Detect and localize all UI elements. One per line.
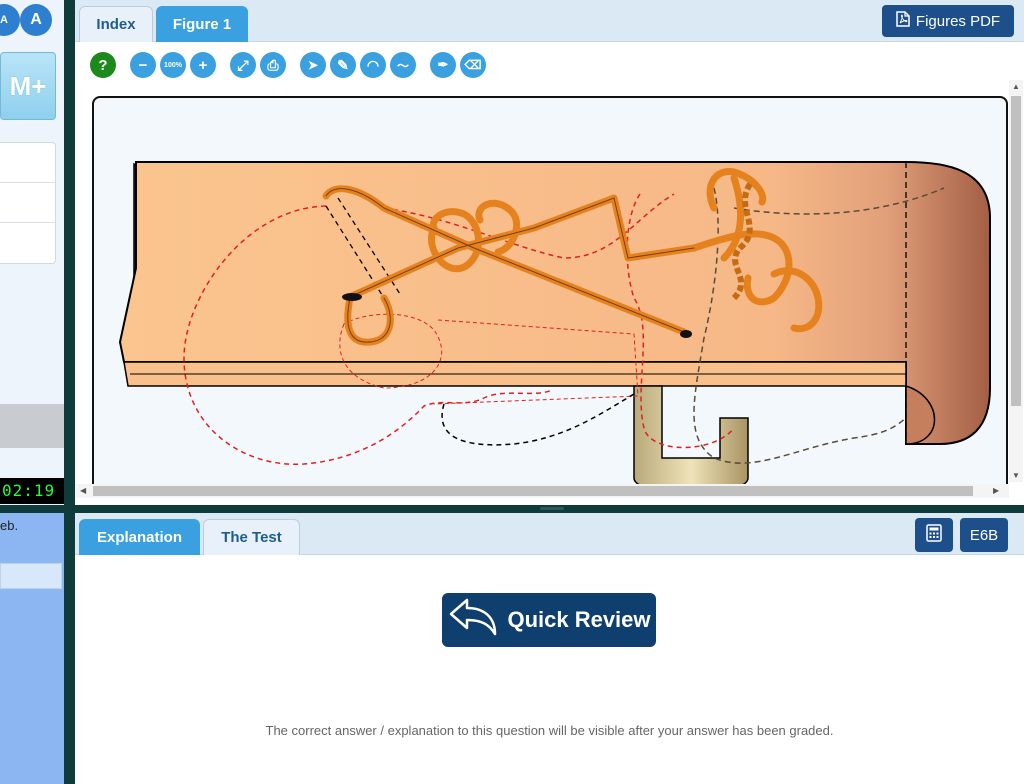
side-gray-bar <box>0 404 64 448</box>
help-glyph: ? <box>98 56 108 74</box>
zoom-in-icon[interactable]: + <box>190 52 216 78</box>
pdf-icon <box>896 11 910 31</box>
zoom-100-glyph: 100% <box>164 61 182 69</box>
side-list-item[interactable] <box>0 143 55 183</box>
tab-the-test-label: The Test <box>221 529 282 546</box>
undo-arrow-icon <box>447 598 499 642</box>
tab-index-label: Index <box>96 16 136 33</box>
font-increase-button[interactable]: A <box>20 4 52 36</box>
zoom-in-glyph: + <box>198 56 208 74</box>
color-picker-icon[interactable]: ✒ <box>430 52 456 78</box>
protractor-glyph: ◠ <box>366 56 380 73</box>
timer-display: 02:19 <box>0 478 64 504</box>
horizontal-scroll-thumb[interactable] <box>93 486 973 496</box>
e6b-button[interactable]: E6B <box>960 518 1008 552</box>
figures-pdf-label: Figures PDF <box>915 12 1001 30</box>
print-icon[interactable]: ⎙ <box>260 52 286 78</box>
pointer-icon[interactable]: ➤ <box>300 52 326 78</box>
help-icon[interactable]: ? <box>90 52 116 78</box>
calculator-icon <box>926 524 942 546</box>
protractor-icon[interactable]: ◠ <box>360 52 386 78</box>
figure-tabbar: Index Figure 1 Figures PDF <box>75 0 1024 42</box>
side-highlight-row[interactable] <box>0 563 62 589</box>
quick-review-label: Quick Review <box>507 607 651 632</box>
fullscreen-icon[interactable]: ⤢ <box>230 52 256 78</box>
horizontal-scrollbar[interactable]: ◀ ▶ <box>75 484 1009 498</box>
memory-plus-button[interactable]: M+ <box>0 52 56 120</box>
figures-pdf-button[interactable]: Figures PDF <box>882 5 1014 37</box>
eraser-icon[interactable]: ⌫ <box>460 52 486 78</box>
side-list-item[interactable] <box>0 223 55 263</box>
tab-index[interactable]: Index <box>79 6 153 42</box>
tab-figure-1[interactable]: Figure 1 <box>156 6 248 42</box>
left-bottom-panel: eb. <box>0 513 64 784</box>
pencil-icon[interactable]: ✎ <box>330 52 356 78</box>
pointer-glyph: ➤ <box>307 58 319 72</box>
e6b-label: E6B <box>969 526 999 544</box>
freehand-glyph: 〜 <box>396 58 409 73</box>
figure-canvas[interactable] <box>92 96 1008 488</box>
tab-figure-1-label: Figure 1 <box>172 16 232 33</box>
font-increase-label: A <box>30 11 42 28</box>
divider-grip[interactable] <box>540 507 564 510</box>
font-decrease-button[interactable]: A <box>0 4 20 36</box>
pencil-glyph: ✎ <box>337 56 349 73</box>
vertical-scroll-thumb[interactable] <box>1011 96 1021 406</box>
memory-plus-label: M+ <box>9 70 47 101</box>
fullscreen-glyph: ⤢ <box>237 56 249 73</box>
figure-illustration <box>118 161 991 488</box>
left-sidebar: A A M+ 02:19 <box>0 0 64 505</box>
side-list <box>0 142 56 264</box>
side-fragment-text: eb. <box>0 518 19 533</box>
vertical-divider[interactable] <box>64 0 75 784</box>
scroll-up-arrow[interactable]: ▲ <box>1012 82 1020 91</box>
zoom-100-icon[interactable]: 100% <box>160 52 186 78</box>
scroll-right-arrow[interactable]: ▶ <box>993 486 999 495</box>
tab-explanation[interactable]: Explanation <box>79 519 200 555</box>
scroll-down-arrow[interactable]: ▼ <box>1012 471 1020 480</box>
horizontal-divider[interactable] <box>0 505 1024 513</box>
side-list-item[interactable] <box>0 183 55 223</box>
font-decrease-label: A <box>0 14 8 26</box>
eraser-glyph: ⌫ <box>464 58 482 72</box>
explanation-panel: Explanation The Test E6B Quick Review Th… <box>75 513 1024 784</box>
figure-toolbar: ? − 100% + ⤢ ⎙ ➤ ✎ ◠ 〜 ✒ ⌫ <box>75 50 1024 80</box>
quick-review-button[interactable]: Quick Review <box>442 593 656 647</box>
explanation-note: The correct answer / explanation to this… <box>265 723 834 738</box>
print-glyph: ⎙ <box>267 56 279 73</box>
scroll-left-arrow[interactable]: ◀ <box>80 486 86 495</box>
figure-panel: Index Figure 1 Figures PDF ? − 100% + ⤢ … <box>75 0 1024 505</box>
vertical-scrollbar[interactable]: ▲ ▼ <box>1009 80 1023 482</box>
tab-the-test[interactable]: The Test <box>203 519 300 555</box>
tab-explanation-label: Explanation <box>96 529 182 546</box>
color-picker-glyph: ✒ <box>437 57 449 72</box>
freehand-icon[interactable]: 〜 <box>390 52 416 78</box>
calculator-button[interactable] <box>915 518 953 552</box>
zoom-out-glyph: − <box>138 56 148 74</box>
zoom-out-icon[interactable]: − <box>130 52 156 78</box>
explanation-tabbar: Explanation The Test E6B <box>75 513 1024 555</box>
